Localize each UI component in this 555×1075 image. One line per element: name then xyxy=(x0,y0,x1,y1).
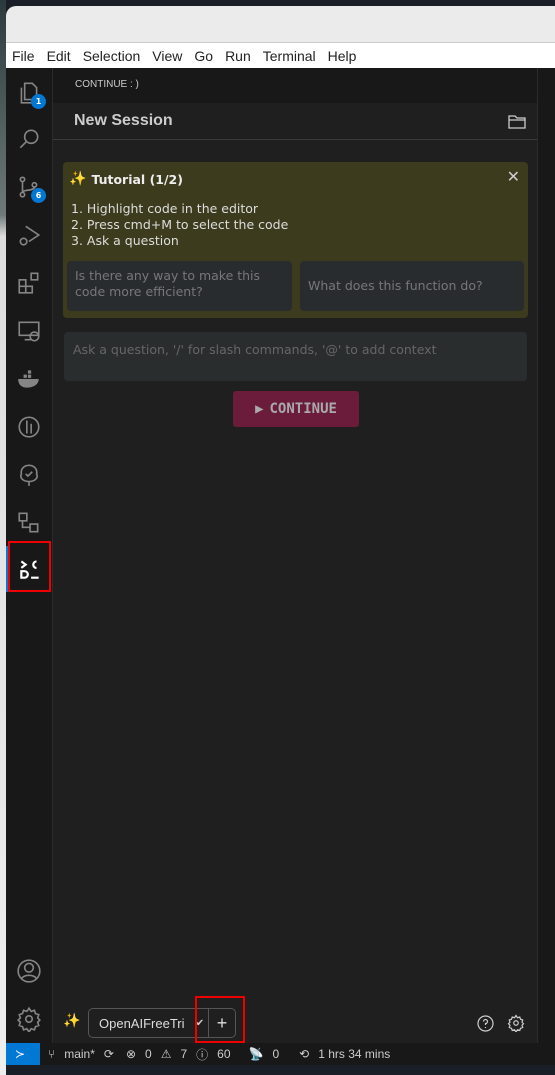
error-icon: ⊗ xyxy=(125,1047,137,1061)
history-icon: ⟲ xyxy=(299,1047,310,1061)
status-bar: ≻ ⑂ main* ⟳ ⊗ 0 ⚠ 7 ⓘ 60 📡 0 ⟲ 1 hrs 34 mins xyxy=(6,1043,555,1065)
sparkles-icon: ✨ xyxy=(69,171,87,187)
help-icon[interactable] xyxy=(477,1015,494,1032)
settings-icon[interactable] xyxy=(507,1014,525,1032)
panel-header: CONTINUE : ) xyxy=(53,68,538,103)
play-icon: ▶ xyxy=(255,401,264,417)
ports-count: 0 xyxy=(272,1047,280,1061)
chat-input[interactable]: Ask a question, '/' for slash commands, … xyxy=(64,332,527,381)
menu-bar: File Edit Selection View Go Run Terminal… xyxy=(6,43,555,68)
remote-button[interactable]: ≻ xyxy=(6,1043,40,1065)
close-icon[interactable]: ✕ xyxy=(507,167,520,186)
activity-run-debug[interactable] xyxy=(6,212,52,258)
menu-file[interactable]: File xyxy=(12,48,35,64)
time-tracked: 1 hrs 34 mins xyxy=(318,1047,391,1061)
time-item[interactable]: ⟲ 1 hrs 34 mins xyxy=(299,1047,396,1061)
testing-icon xyxy=(20,464,38,486)
remote-explorer-icon xyxy=(18,321,40,342)
remote-icon: ≻ xyxy=(14,1047,26,1061)
tutorial-card: ✨ Tutorial (1/2) ✕ 1. Highlight code in … xyxy=(63,162,528,318)
chevron-down-icon: ✔ xyxy=(195,1017,205,1029)
continue-panel: CONTINUE : ) New Session ✨ Tutorial (1/2… xyxy=(52,68,538,1043)
search-icon xyxy=(19,129,39,149)
tutorial-step: 2. Press cmd+M to select the code xyxy=(71,217,289,232)
activity-testing[interactable] xyxy=(6,452,52,498)
problems-item[interactable]: ⊗ 0 ⚠ 7 ⓘ 60 xyxy=(126,1046,237,1063)
accounts-button[interactable] xyxy=(6,948,52,994)
menu-help[interactable]: Help xyxy=(328,48,357,64)
sync-icon: ⟳ xyxy=(103,1047,114,1061)
menu-edit[interactable]: Edit xyxy=(47,48,71,64)
page-title: New Session xyxy=(74,112,173,129)
tutorial-step: 3. Ask a question xyxy=(71,233,179,248)
suggestion-button[interactable]: What does this function do? xyxy=(300,261,524,311)
menu-run[interactable]: Run xyxy=(225,48,251,64)
session-title: New Session xyxy=(53,103,538,140)
warning-icon: ⚠ xyxy=(160,1047,172,1061)
sparkles-icon: ✨ xyxy=(63,1013,81,1029)
run-debug-icon xyxy=(19,225,41,246)
source-control-badge: 6 xyxy=(31,188,46,203)
broadcast-icon: 📡 xyxy=(248,1047,264,1061)
account-icon xyxy=(17,959,41,983)
model-selector[interactable]: OpenAIFreeTri ✔ + xyxy=(88,1008,236,1038)
info-count: 60 xyxy=(217,1047,231,1061)
menu-selection[interactable]: Selection xyxy=(83,48,141,64)
menu-go[interactable]: Go xyxy=(194,48,213,64)
branch-item[interactable]: ⑂ main* ⟳ xyxy=(48,1047,120,1061)
activity-docker[interactable] xyxy=(6,356,52,402)
info-icon: ⓘ xyxy=(196,1047,209,1062)
branch-icon: ⑂ xyxy=(48,1047,56,1061)
menu-view[interactable]: View xyxy=(152,48,182,64)
activity-search[interactable] xyxy=(6,116,52,162)
continue-icon xyxy=(20,560,39,579)
gear-icon xyxy=(17,1006,41,1032)
menu-terminal[interactable]: Terminal xyxy=(263,48,316,64)
suggestion-button[interactable]: Is there any way to make this code more … xyxy=(67,261,292,311)
activity-remote-explorer[interactable] xyxy=(6,308,52,354)
activity-gitlens[interactable] xyxy=(6,404,52,450)
model-name: OpenAIFreeTri xyxy=(99,1015,185,1031)
error-count: 0 xyxy=(145,1047,152,1061)
continue-label: CONTINUE xyxy=(269,401,337,417)
branch-name: main* xyxy=(64,1047,95,1061)
tutorial-title: Tutorial (1/2) xyxy=(91,171,183,187)
editor-area xyxy=(537,68,555,1043)
activity-source-control[interactable]: 6 xyxy=(6,164,52,210)
activity-workflow[interactable] xyxy=(6,500,52,546)
extensions-icon xyxy=(18,272,39,294)
title-bar xyxy=(6,6,555,43)
warning-count: 7 xyxy=(180,1047,188,1061)
gitlens-icon xyxy=(18,416,40,438)
add-model-button[interactable]: + xyxy=(208,1009,235,1037)
manage-button[interactable] xyxy=(6,996,52,1042)
activity-explorer[interactable]: 1 xyxy=(6,70,52,116)
activity-extensions[interactable] xyxy=(6,260,52,306)
workflow-icon xyxy=(18,512,39,533)
tutorial-step: 1. Highlight code in the editor xyxy=(71,201,259,216)
ports-item[interactable]: 📡 0 xyxy=(249,1047,286,1061)
activity-continue[interactable] xyxy=(6,546,52,592)
docker-icon xyxy=(18,370,39,388)
continue-button[interactable]: ▶ CONTINUE xyxy=(233,391,359,427)
explorer-badge: 1 xyxy=(31,94,46,109)
folder-icon[interactable] xyxy=(508,114,526,129)
activity-bar: 1 6 xyxy=(6,68,52,1043)
